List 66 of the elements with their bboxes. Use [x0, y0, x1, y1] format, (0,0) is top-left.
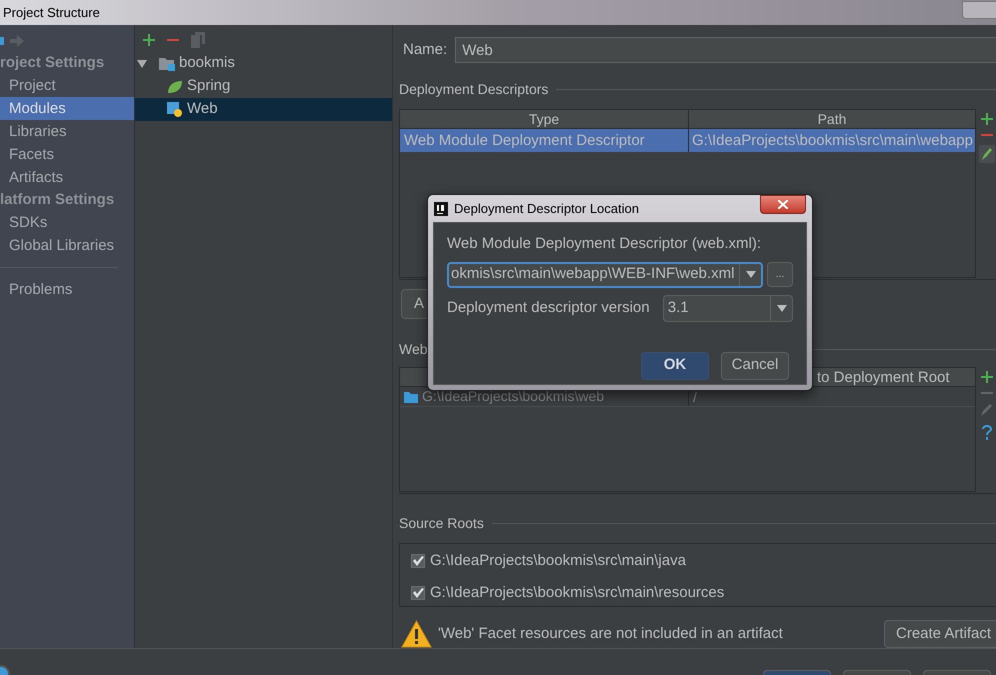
- add-icon[interactable]: [981, 113, 993, 125]
- descriptor-path-combo[interactable]: okmis\src\main\webapp\WEB-INF\web.xml: [447, 262, 764, 288]
- sidebar-item[interactable]: Problems: [0, 278, 134, 301]
- tree-item[interactable]: Spring: [135, 75, 392, 98]
- help-icon[interactable]: [981, 425, 993, 441]
- table-cell-text: G:\IdeaProjects\bookmis\src\main\webapp: [691, 131, 974, 151]
- dialog-button[interactable]: Cancel: [721, 352, 789, 380]
- sidebar-item[interactable]: Project: [0, 74, 134, 97]
- tree-label: bookmis: [179, 53, 235, 74]
- checkmark-icon: [412, 556, 424, 566]
- checkmark-icon: [412, 588, 424, 598]
- leaf-icon: [167, 80, 183, 94]
- tree-label: Spring: [187, 76, 230, 96]
- remove-icon[interactable]: [981, 391, 993, 395]
- folder-icon: [404, 390, 418, 402]
- add-icon[interactable]: [143, 34, 155, 46]
- table-row[interactable]: Web Module Deployment Descriptor G:\IdeaProjects\bookmis\src\main\webapp: [400, 129, 975, 152]
- tree-item[interactable]: bookmis: [135, 52, 392, 75]
- tree-label: Web: [187, 99, 218, 120]
- dialog-title: Deployment Descriptor Location: [454, 200, 640, 218]
- sidebar-section-title: roject Settings: [0, 53, 106, 73]
- forward-arrow-icon[interactable]: [10, 35, 24, 47]
- dialog-button[interactable]: OK: [641, 352, 709, 380]
- dropdown-caret-icon: [776, 304, 786, 312]
- descriptor-label: Web Module Deployment Descriptor (web.xml):: [447, 234, 762, 254]
- checkbox[interactable]: [411, 554, 425, 568]
- version-combo[interactable]: 3.1: [662, 294, 793, 322]
- sidebar-item[interactable]: Global Libraries: [0, 234, 134, 257]
- edit-icon[interactable]: [980, 403, 994, 417]
- sidebar-item[interactable]: SDKs: [0, 211, 134, 234]
- close-button[interactable]: [760, 195, 806, 214]
- warning-icon: [401, 620, 432, 648]
- sidebar-item[interactable]: Libraries: [0, 120, 134, 143]
- name-label: Name:: [403, 40, 448, 60]
- section-title: Deployment Descriptors: [399, 80, 548, 99]
- add-icon[interactable]: [981, 371, 993, 383]
- column-header[interactable]: Type: [400, 110, 689, 128]
- table-cell-text: G:\IdeaProjects\bookmis\web: [422, 387, 604, 406]
- sidebar-section-title: latform Settings: [0, 190, 116, 210]
- app-logo-icon: [434, 202, 448, 216]
- folder-icon: [159, 56, 175, 70]
- remove-icon[interactable]: [981, 133, 993, 137]
- checkbox[interactable]: [411, 586, 425, 600]
- window-title: Project Structure: [2, 4, 100, 22]
- close-icon: [778, 200, 788, 209]
- sidebar-item[interactable]: Artifacts: [0, 166, 134, 189]
- column-header[interactable]: Path: [689, 110, 975, 128]
- sidebar-item[interactable]: Facets: [0, 143, 134, 166]
- tree-item[interactable]: Web: [135, 98, 392, 121]
- web-facet-icon: [167, 102, 183, 117]
- copy-icon[interactable]: [191, 32, 205, 48]
- version-label: Deployment descriptor version: [447, 298, 651, 318]
- edit-icon[interactable]: [979, 145, 995, 163]
- sidebar-item[interactable]: Modules: [0, 97, 134, 120]
- name-field[interactable]: Web: [455, 37, 996, 63]
- warning-message: 'Web' Facet resources are not included in an artifact: [438, 624, 784, 644]
- expand-arrow-icon[interactable]: [137, 58, 147, 68]
- section-title: Source Roots: [399, 514, 484, 533]
- source-root-path: G:\IdeaProjects\bookmis\src\main\resources: [430, 582, 724, 602]
- source-root-path: G:\IdeaProjects\bookmis\src\main\java: [430, 551, 686, 571]
- remove-icon[interactable]: [167, 38, 179, 42]
- table-cell-text: /: [692, 388, 697, 406]
- create-artifact-button[interactable]: Create Artifact: [884, 620, 996, 648]
- section-title: Web: [399, 340, 428, 359]
- browse-button[interactable]: ...: [767, 262, 793, 287]
- table-cell: Web Module Deployment Descriptor: [400, 129, 689, 152]
